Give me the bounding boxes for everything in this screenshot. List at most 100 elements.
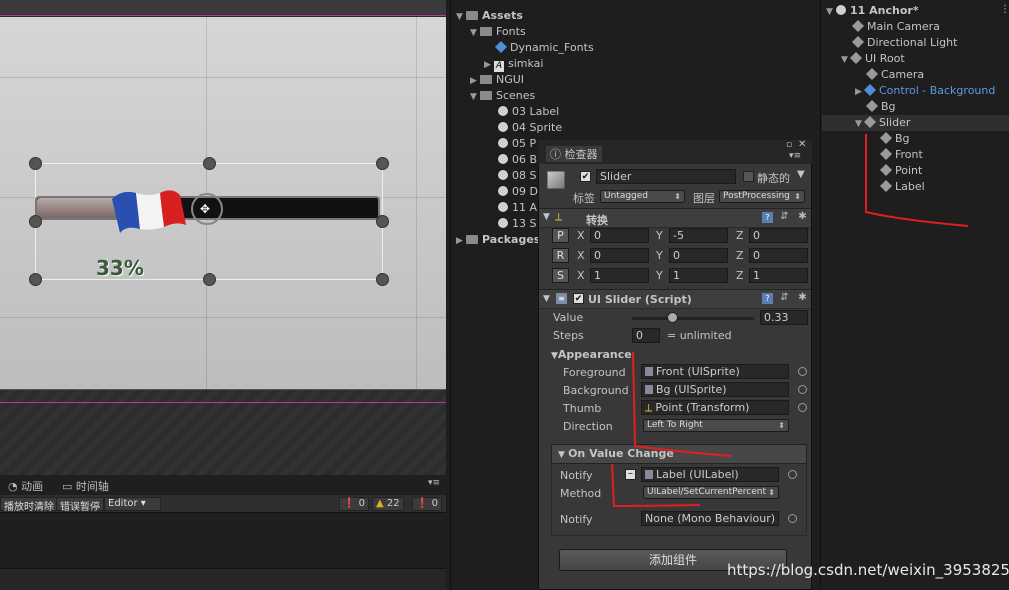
scene-menu-icon[interactable]: ⋮	[1000, 4, 1009, 15]
object-name-field[interactable]: Slider	[596, 169, 736, 184]
direction-dropdown[interactable]: Left To Right	[643, 419, 789, 432]
resize-handle[interactable]	[29, 157, 42, 170]
layer-dropdown[interactable]: PostProcessing	[719, 190, 805, 203]
expand-arrow-icon[interactable]: ▼	[470, 89, 480, 105]
gear-icon[interactable]: ✱	[797, 211, 808, 222]
expand-arrow-icon[interactable]: ▼	[543, 212, 550, 222]
foreground-field[interactable]: Front (UISprite)	[641, 364, 789, 379]
maximize-icon[interactable]: ▫	[786, 140, 792, 150]
thumb-field[interactable]: ⟂ Point (Transform)	[641, 400, 789, 415]
hierarchy-item[interactable]: Bg	[865, 99, 896, 115]
hierarchy-item[interactable]: Directional Light	[851, 35, 957, 51]
rotation-z-field[interactable]: 0	[749, 248, 808, 263]
resize-handle[interactable]	[203, 273, 216, 286]
scale-y-field[interactable]: 1	[669, 268, 728, 283]
clear-on-play-button[interactable]: 播放时清除	[0, 497, 58, 513]
expand-arrow-icon[interactable]: ▼	[826, 4, 836, 20]
close-icon[interactable]: ✕	[798, 139, 806, 150]
tree-item-scene[interactable]: 04 Sprite	[498, 120, 562, 136]
tree-item-scene[interactable]: 06 B	[498, 152, 537, 168]
error-pause-button[interactable]: 错误暂停	[56, 497, 104, 513]
panel-menu-icon[interactable]: ▾≡	[789, 151, 801, 161]
resize-handle[interactable]	[29, 273, 42, 286]
object-picker-icon[interactable]	[798, 367, 807, 376]
rotation-x-field[interactable]: 0	[590, 248, 649, 263]
collapse-arrow-icon[interactable]: ▶	[470, 73, 480, 89]
tree-item-ngui[interactable]: ▶ NGUI	[470, 72, 524, 88]
editor-dropdown[interactable]: Editor ▾	[104, 497, 161, 511]
resize-handle[interactable]	[29, 215, 42, 228]
expand-arrow-icon[interactable]: ▼	[855, 116, 865, 132]
hierarchy-item[interactable]: ▶ Control - Background	[855, 83, 995, 99]
remove-delegate-button[interactable]: –	[625, 469, 636, 480]
tree-item-packages[interactable]: ▶ Packages	[456, 232, 540, 248]
static-checkbox[interactable]	[743, 171, 754, 182]
hierarchy-item[interactable]: Main Camera	[851, 19, 940, 35]
tree-item-scene[interactable]: 05 P	[498, 136, 536, 152]
static-dropdown-arrow-icon[interactable]: ▼	[797, 169, 805, 180]
collapse-arrow-icon[interactable]: ▶	[484, 57, 494, 73]
rotation-reset-button[interactable]: R	[552, 248, 569, 263]
appearance-header[interactable]: ▼Appearance	[551, 348, 632, 361]
preset-icon[interactable]: ⇵	[779, 211, 790, 222]
move-gizmo-icon[interactable]: ✥	[200, 202, 210, 216]
value-field[interactable]: 0.33	[760, 310, 808, 325]
tree-item-assets[interactable]: ▼ Assets	[456, 8, 523, 24]
tag-dropdown[interactable]: Untagged	[600, 190, 685, 203]
hierarchy-item[interactable]: Camera	[865, 67, 924, 83]
tree-item-scene[interactable]: 03 Label	[498, 104, 559, 120]
tree-item-simkai[interactable]: ▶ Asimkai	[484, 56, 543, 72]
tree-item-dynamic-fonts[interactable]: Dynamic_Fonts	[494, 40, 594, 56]
tree-item-scene[interactable]: 13 S	[498, 216, 536, 232]
french-flag-thumb[interactable]	[108, 185, 190, 237]
position-z-field[interactable]: 0	[749, 228, 808, 243]
hierarchy-item-selected[interactable]: ▼ Slider	[855, 115, 910, 131]
hierarchy-item[interactable]: Point	[879, 163, 922, 179]
help-book-icon[interactable]: ?	[762, 212, 773, 223]
object-picker-icon[interactable]	[798, 385, 807, 394]
active-checkbox[interactable]: ✔	[580, 171, 591, 182]
tab-timeline[interactable]: ▭ 时间轴	[62, 478, 109, 494]
value-slider-track[interactable]	[632, 317, 754, 320]
tree-item-scene[interactable]: 09 D	[498, 184, 538, 200]
rotation-y-field[interactable]: 0	[669, 248, 728, 263]
tab-inspector[interactable]: ⓘ 检查器	[546, 146, 602, 162]
expand-arrow-icon[interactable]: ▼	[841, 52, 851, 68]
resize-handle[interactable]	[376, 157, 389, 170]
scale-x-field[interactable]: 1	[590, 268, 649, 283]
expand-arrow-icon[interactable]: ▼	[470, 25, 480, 41]
error-count-badge[interactable]: ❗ 0	[339, 497, 370, 511]
position-x-field[interactable]: 0	[590, 228, 649, 243]
expand-arrow-icon[interactable]: ▼	[543, 294, 550, 304]
collapse-arrow-icon[interactable]: ▶	[855, 84, 865, 100]
method-dropdown[interactable]: UILabel/SetCurrentPercent	[643, 486, 779, 499]
panel-menu-icon[interactable]: ▾≡	[428, 478, 440, 488]
script-enabled-checkbox[interactable]: ✔	[573, 293, 584, 304]
object-picker-icon[interactable]	[788, 514, 797, 523]
object-picker-icon[interactable]	[798, 403, 807, 412]
tab-animation[interactable]: ◔ 动画	[8, 478, 43, 494]
resize-handle[interactable]	[376, 273, 389, 286]
warning-count-badge[interactable]: ▲ 22	[372, 497, 404, 511]
info-count-badge[interactable]: ❗ 0	[412, 497, 443, 511]
help-book-icon[interactable]: ?	[762, 293, 773, 304]
steps-field[interactable]: 0	[632, 328, 660, 343]
scale-reset-button[interactable]: S	[552, 268, 569, 283]
tree-item-scene[interactable]: 08 S	[498, 168, 536, 184]
hierarchy-item[interactable]: Label	[879, 179, 925, 195]
background-field[interactable]: Bg (UISprite)	[641, 382, 789, 397]
collapse-arrow-icon[interactable]: ▶	[456, 233, 466, 249]
object-picker-icon[interactable]	[788, 470, 797, 479]
resize-handle[interactable]	[203, 157, 216, 170]
hierarchy-item[interactable]: Front	[879, 147, 923, 163]
tree-item-scene[interactable]: 11 A	[498, 200, 537, 216]
tree-item-scenes[interactable]: ▼ Scenes	[470, 88, 535, 104]
hierarchy-scene-row[interactable]: ▼ 11 Anchor*	[826, 3, 919, 19]
scale-z-field[interactable]: 1	[749, 268, 808, 283]
hierarchy-item[interactable]: Bg	[879, 131, 910, 147]
position-reset-button[interactable]: P	[552, 228, 569, 243]
notify-target-field[interactable]: Label (UILabel)	[641, 467, 779, 482]
gear-icon[interactable]: ✱	[797, 292, 808, 303]
tree-item-fonts[interactable]: ▼ Fonts	[470, 24, 526, 40]
hierarchy-item[interactable]: ▼ UI Root	[841, 51, 905, 67]
